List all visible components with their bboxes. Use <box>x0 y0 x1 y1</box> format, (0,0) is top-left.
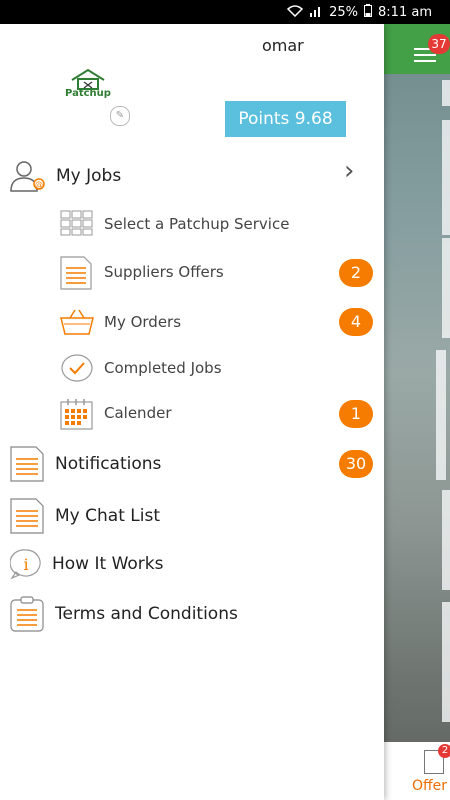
battery-icon <box>364 4 373 21</box>
svg-text:i: i <box>23 555 28 574</box>
menu-label: Terms and Conditions <box>55 604 238 624</box>
background-header: 37 <box>384 24 450 74</box>
menu-item-my-jobs[interactable]: @ My Jobs › <box>0 156 384 196</box>
menu-item-how-it-works[interactable]: i How It Works <box>0 548 384 582</box>
basket-icon <box>60 308 94 340</box>
count-badge: 1 <box>339 400 373 428</box>
sub-item-my-orders[interactable]: My Orders 4 <box>0 308 384 338</box>
status-bar: 25% 8:11 am <box>0 0 450 24</box>
menu-label: Notifications <box>55 454 162 474</box>
checkmark-circle-icon <box>60 353 94 387</box>
sub-item-label: Completed Jobs <box>104 359 222 377</box>
signal-icon <box>309 5 323 21</box>
menu-label: How It Works <box>52 554 164 574</box>
chevron-right-icon[interactable]: › <box>344 156 354 186</box>
menu-label: My Chat List <box>55 506 160 526</box>
sub-item-label: Select a Patchup Service <box>104 215 290 233</box>
background-card <box>442 602 450 722</box>
clock-time: 8:11 am <box>378 5 432 20</box>
sub-item-suppliers-offers[interactable]: Suppliers Offers 2 <box>0 256 384 290</box>
user-icon: @ <box>10 160 46 196</box>
background-card <box>442 238 450 338</box>
wifi-icon <box>287 4 304 21</box>
sub-item-label: Calender <box>104 404 172 422</box>
document-icon <box>10 446 44 486</box>
sub-item-label: Suppliers Offers <box>104 263 224 281</box>
clipboard-icon <box>10 596 44 636</box>
count-badge: 4 <box>339 308 373 336</box>
background-card <box>436 350 446 480</box>
grid-icon <box>60 210 94 240</box>
username: omar <box>262 36 304 55</box>
sub-item-label: My Orders <box>104 313 182 331</box>
attach-photo-icon[interactable]: ✎ <box>110 106 130 126</box>
menu-item-notifications[interactable]: Notifications 30 <box>0 446 384 482</box>
background-app: 37 2 Offer <box>384 24 450 800</box>
svg-text:@: @ <box>35 180 43 189</box>
battery-percent: 25% <box>329 5 359 20</box>
bottom-tab-bar: 2 Offer <box>384 742 450 800</box>
background-card <box>442 490 450 590</box>
document-icon <box>10 498 44 538</box>
sub-item-completed-jobs[interactable]: Completed Jobs <box>0 353 384 385</box>
sub-item-select-service[interactable]: Select a Patchup Service <box>0 210 384 240</box>
sub-item-calender[interactable]: Calender 1 <box>0 398 384 430</box>
menu-item-my-chat-list[interactable]: My Chat List <box>0 498 384 534</box>
background-card <box>442 120 450 235</box>
points-badge: Points 9.68 <box>225 101 346 137</box>
info-icon: i <box>9 548 42 584</box>
offer-tab-badge: 2 <box>438 744 450 758</box>
menu-item-terms[interactable]: Terms and Conditions <box>0 596 384 632</box>
background-card <box>442 80 450 106</box>
calendar-icon <box>60 398 94 434</box>
menu-notification-badge: 37 <box>428 34 450 54</box>
count-badge: 30 <box>339 450 373 478</box>
document-icon <box>60 256 92 294</box>
menu-label: My Jobs <box>56 166 122 186</box>
offer-tab-label[interactable]: Offer <box>412 778 447 794</box>
patchup-logo: Patchup <box>62 68 114 104</box>
count-badge: 2 <box>339 259 373 287</box>
navigation-drawer: omar Patchup ✎ Points 9.68 @ My Jobs › S… <box>0 24 384 800</box>
logo-text: Patchup <box>65 88 111 99</box>
